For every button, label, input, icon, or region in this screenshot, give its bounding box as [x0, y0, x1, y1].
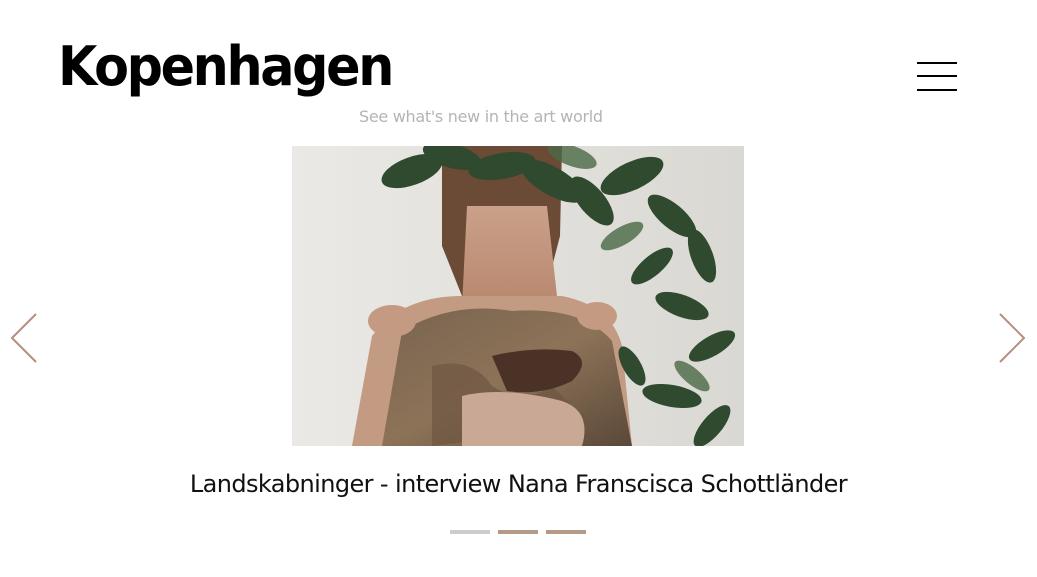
slider-pagination — [450, 530, 586, 535]
chevron-right-icon[interactable] — [996, 310, 1028, 366]
menu-line — [917, 75, 957, 77]
slide-caption[interactable]: Landskabninger - interview Nana Franscis… — [0, 470, 1037, 498]
chevron-left-icon[interactable] — [8, 310, 40, 366]
hamburger-menu-icon[interactable] — [914, 56, 960, 98]
slide-photo[interactable] — [292, 146, 744, 446]
page: Kopenhagen See what's new in the art wor… — [0, 0, 1037, 577]
site-logo[interactable]: Kopenhagen — [58, 40, 394, 94]
menu-line — [917, 62, 957, 64]
slider-dot[interactable] — [498, 530, 538, 534]
slider-dot[interactable] — [546, 530, 586, 534]
slider-dot[interactable] — [450, 530, 490, 534]
site-tagline: See what's new in the art world — [359, 107, 603, 126]
menu-line — [917, 89, 957, 91]
